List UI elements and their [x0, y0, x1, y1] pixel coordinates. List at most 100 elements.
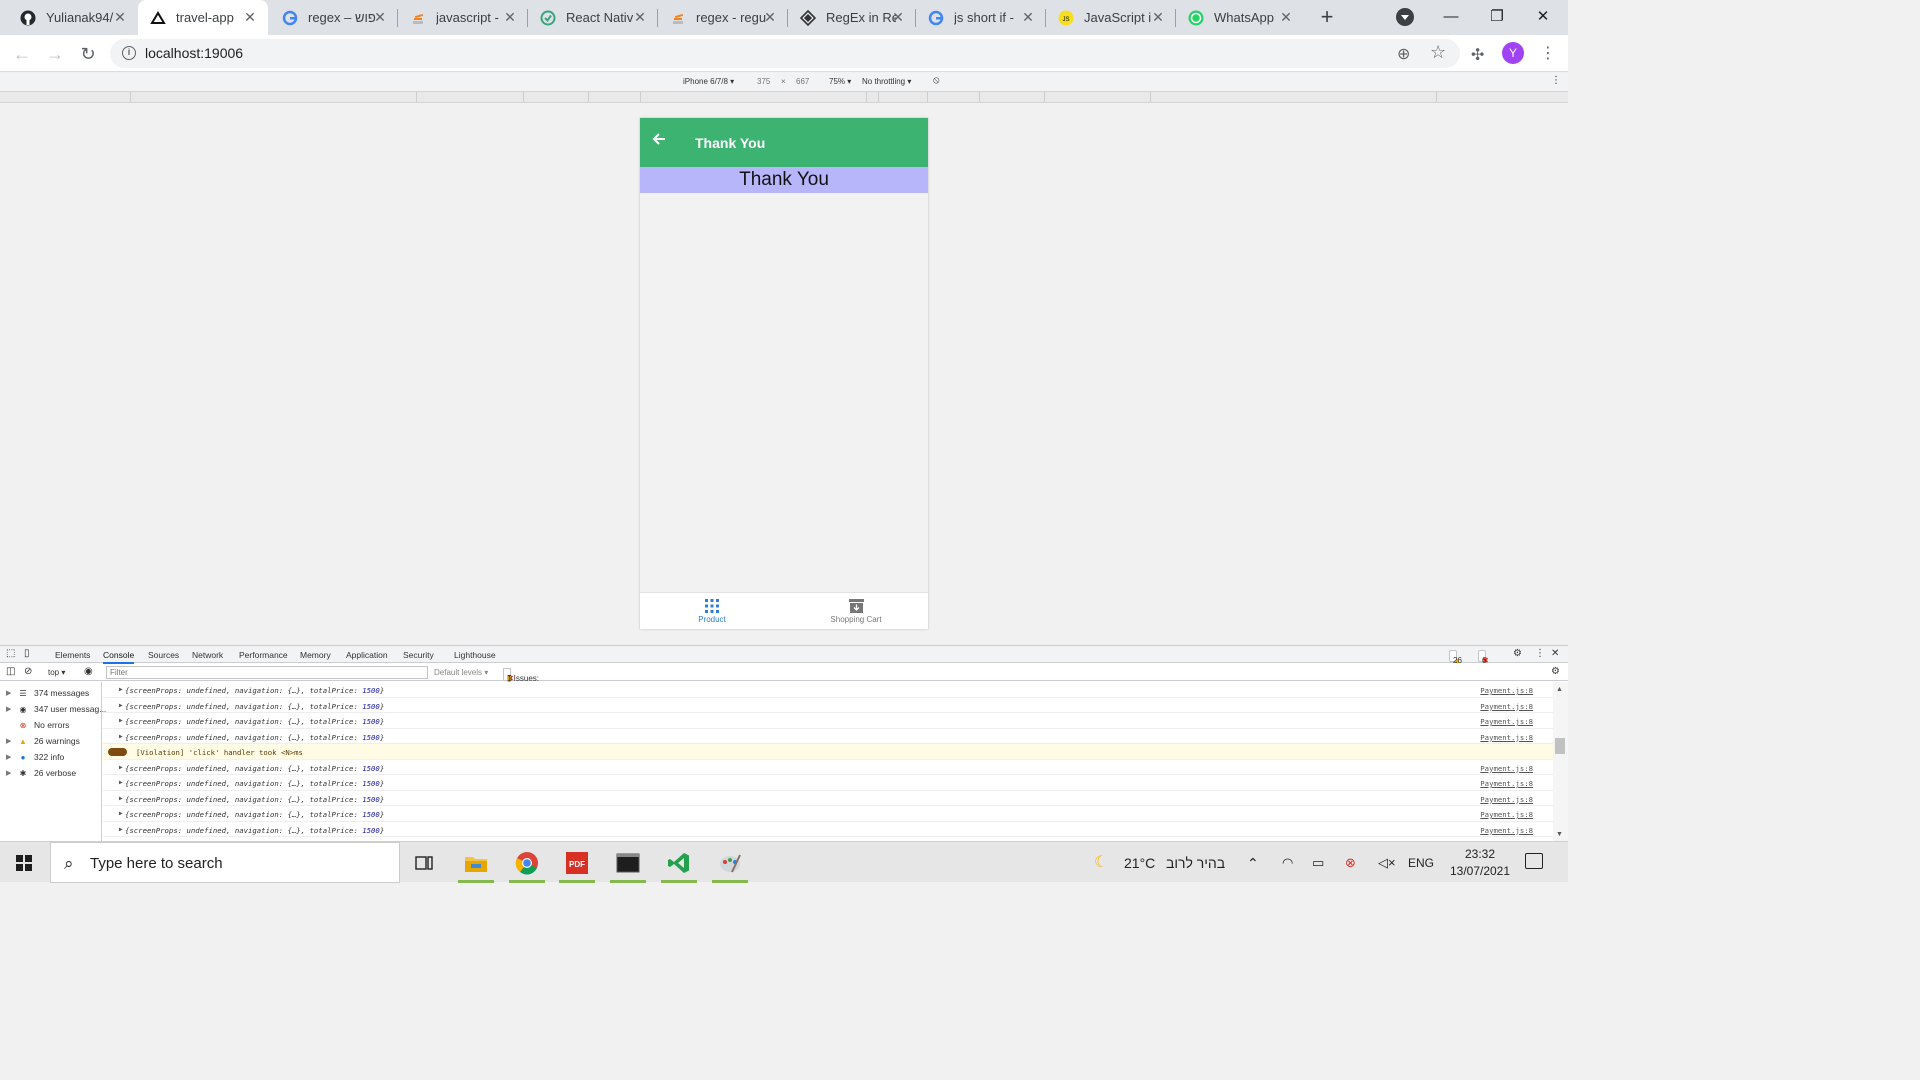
chrome-icon[interactable] [507, 847, 547, 883]
issues-button[interactable]: 7 Issues: ✖ 6 ▮ 1 [503, 668, 539, 683]
warnings-badge[interactable]: ▲ 26 [1449, 650, 1462, 665]
battery-icon[interactable]: ▭ [1312, 855, 1324, 871]
eye-icon[interactable]: ◉ [84, 666, 93, 677]
devtools-tab-network[interactable]: Network [192, 650, 223, 660]
log-levels-select[interactable]: Default levels ▾ [434, 668, 488, 677]
tab-shopping-cart[interactable]: Shopping Cart [784, 597, 928, 624]
browser-tab[interactable]: RegEx in Re ✕ [788, 0, 916, 35]
sidebar-info[interactable]: ▶ ● 322 info [6, 749, 64, 765]
tab-search-icon[interactable] [1396, 8, 1414, 26]
sidebar-verbose[interactable]: ▶ ✱ 26 verbose [6, 765, 76, 781]
browser-tab[interactable]: js short if - ✕ [916, 0, 1046, 35]
devtools-menu-icon[interactable]: ⋮ [1535, 648, 1545, 659]
inspect-element-icon[interactable]: ⬚ [6, 648, 15, 659]
sidebar-toggle-icon[interactable]: ◫ [6, 666, 15, 677]
device-menu-icon[interactable]: ⋮ [1551, 75, 1561, 86]
devtools-tab-security[interactable]: Security [403, 650, 434, 660]
profile-avatar[interactable]: Y [1502, 42, 1524, 64]
rotate-icon[interactable]: ⦸ [933, 75, 940, 86]
console-message[interactable]: ▶{screenProps: undefined, navigation: {…… [103, 806, 1553, 822]
bookmark-star-icon[interactable]: ☆ [1430, 42, 1446, 63]
close-tab-icon[interactable]: ✕ [372, 9, 388, 25]
devtools-tab-memory[interactable]: Memory [300, 650, 331, 660]
close-window-icon[interactable]: ✕ [1520, 4, 1566, 30]
close-tab-icon[interactable]: ✕ [1278, 9, 1294, 25]
console-settings-icon[interactable]: ⚙ [1551, 666, 1560, 677]
scrollbar-thumb[interactable] [1555, 738, 1565, 754]
close-tab-icon[interactable]: ✕ [632, 9, 648, 25]
taskbar-search[interactable]: ⌕ Type here to search [50, 842, 400, 883]
weather-description[interactable]: בהיר לרוב [1166, 855, 1225, 871]
console-message[interactable]: ▶{screenProps: undefined, navigation: {…… [103, 760, 1553, 775]
close-tab-icon[interactable]: ✕ [502, 9, 518, 25]
console-violation[interactable]: [Violation] 'click' handler took <N>ms [103, 744, 1553, 760]
tab-product[interactable]: Product [640, 597, 784, 624]
close-tab-icon[interactable]: ✕ [1150, 9, 1166, 25]
pdf-reader-icon[interactable]: PDF [557, 847, 597, 883]
file-explorer-icon[interactable] [456, 847, 496, 883]
source-link[interactable]: Payment.js:8 [1480, 810, 1533, 819]
source-link[interactable]: Payment.js:8 [1480, 826, 1533, 835]
devtools-tab-sources[interactable]: Sources [148, 650, 179, 660]
forward-icon[interactable]: → [43, 42, 67, 66]
system-clock[interactable]: 23:32 13/07/2021 [1440, 846, 1520, 880]
browser-tab[interactable]: regex - regu ✕ [658, 0, 788, 35]
browser-tab-active[interactable]: travel-app ✕ [138, 0, 268, 35]
source-link[interactable]: Payment.js:8 [1480, 764, 1533, 773]
windows-start-icon[interactable] [16, 855, 32, 871]
weather-moon-icon[interactable]: ☾ [1094, 852, 1108, 872]
media-query-ruler[interactable] [0, 91, 1568, 103]
console-message[interactable]: ▶{screenProps: undefined, navigation: {…… [103, 729, 1553, 744]
language-indicator[interactable]: ENG [1408, 856, 1434, 870]
extensions-icon[interactable]: ✣ [1471, 45, 1484, 65]
chevron-up-icon[interactable]: ⌃ [1247, 855, 1259, 872]
device-width-input[interactable]: 375 [757, 77, 770, 86]
source-link[interactable]: Payment.js:8 [1480, 686, 1533, 695]
site-info-icon[interactable]: i [122, 46, 136, 60]
devtools-tab-elements[interactable]: Elements [55, 650, 90, 660]
browser-menu-icon[interactable]: ⋮ [1540, 43, 1556, 63]
close-tab-icon[interactable]: ✕ [762, 9, 778, 25]
console-message[interactable]: ▶{screenProps: undefined, navigation: {…… [103, 713, 1553, 729]
devtools-tab-console[interactable]: Console [103, 650, 135, 664]
terminal-icon[interactable] [608, 847, 648, 883]
address-bar[interactable]: i localhost:19006 ⊕ ☆ [110, 39, 1460, 68]
vscode-icon[interactable] [659, 847, 699, 883]
browser-tab[interactable]: javascript - ✕ [398, 0, 528, 35]
network-error-icon[interactable]: ⊗ [1345, 855, 1356, 871]
source-link[interactable]: Payment.js:8 [1480, 733, 1533, 742]
throttling-select[interactable]: No throttling ▾ [862, 77, 911, 86]
browser-tab[interactable]: JS JavaScript i ✕ [1046, 0, 1176, 35]
console-message[interactable]: ▶{screenProps: undefined, navigation: {…… [103, 775, 1553, 791]
browser-tab[interactable]: regex – פוש ✕ [270, 0, 398, 35]
close-tab-icon[interactable]: ✕ [1020, 9, 1036, 25]
browser-tab[interactable]: WhatsApp ✕ [1176, 0, 1304, 35]
clear-console-icon[interactable]: ⊘ [24, 666, 32, 677]
wifi-icon[interactable]: ◠ [1282, 855, 1293, 871]
sidebar-user-messages[interactable]: ▶ ◉ 347 user messag... [6, 701, 106, 717]
devtools-tab-performance[interactable]: Performance [239, 650, 288, 660]
console-message[interactable]: ▶{screenProps: undefined, navigation: {…… [103, 822, 1553, 837]
back-icon[interactable]: ← [10, 42, 34, 66]
console-scrollbar[interactable]: ▲ ▼ [1553, 682, 1568, 842]
new-tab-icon[interactable]: + [1316, 6, 1338, 28]
close-tab-icon[interactable]: ✕ [890, 9, 906, 25]
notifications-icon[interactable] [1525, 853, 1543, 869]
browser-tab[interactable]: React Nativ ✕ [528, 0, 658, 35]
source-link[interactable]: Payment.js:8 [1480, 702, 1533, 711]
browser-tab[interactable]: Yulianak94/ ✕ [8, 0, 138, 35]
zoom-icon[interactable]: ⊕ [1397, 44, 1410, 64]
source-link[interactable]: Payment.js:8 [1480, 795, 1533, 804]
sidebar-errors[interactable]: ⊗ No errors [6, 717, 70, 733]
close-devtools-icon[interactable]: ✕ [1551, 648, 1559, 659]
back-arrow-icon[interactable] [652, 132, 670, 150]
console-message[interactable]: ▶{screenProps: undefined, navigation: {…… [103, 698, 1553, 713]
minimize-icon[interactable]: — [1428, 4, 1474, 30]
device-toggle-icon[interactable]: ▯ [24, 648, 30, 659]
paint-icon[interactable] [710, 847, 750, 883]
close-tab-icon[interactable]: ✕ [112, 9, 128, 25]
sidebar-warnings[interactable]: ▶ ▲ 26 warnings [6, 733, 80, 749]
source-link[interactable]: Payment.js:8 [1480, 779, 1533, 788]
errors-badge[interactable]: ✖ 6 [1478, 650, 1489, 665]
devtools-tab-application[interactable]: Application [346, 650, 388, 660]
